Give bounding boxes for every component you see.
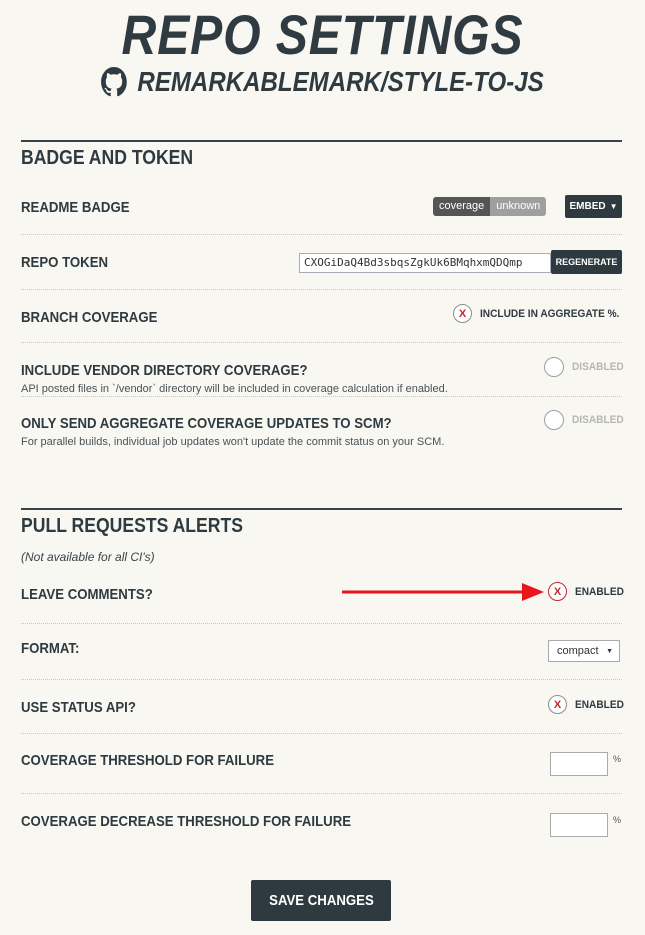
toggle-label: DISABLED	[572, 414, 624, 426]
leave-comments-label: LEAVE COMMENTS?	[21, 586, 153, 603]
format-select[interactable]: compact ▼	[548, 640, 620, 662]
row-divider	[21, 396, 622, 397]
status-api-label: USE STATUS API?	[21, 699, 136, 716]
toggle-label: DISABLED	[572, 361, 624, 373]
leave-comments-toggle[interactable]: X ENABLED	[548, 582, 628, 601]
vendor-coverage-label: INCLUDE VENDOR DIRECTORY COVERAGE?	[21, 362, 308, 379]
section-divider	[21, 140, 622, 142]
regenerate-button[interactable]: REGENERATE	[551, 250, 622, 274]
toggle-x-icon: X	[548, 695, 567, 714]
row-divider	[21, 623, 622, 624]
readme-badge-label: README BADGE	[21, 199, 130, 216]
coverage-badge: coverage unknown	[433, 197, 547, 216]
embed-button[interactable]: EMBED ▼	[565, 195, 622, 218]
badge-right: unknown	[490, 197, 547, 216]
toggle-empty-icon	[544, 410, 564, 430]
caret-down-icon: ▼	[609, 202, 618, 211]
repo-name-text: REMARKABLEMARK/STYLE-TO-JS	[137, 66, 544, 97]
row-divider	[21, 733, 622, 734]
toggle-x-icon: X	[548, 582, 567, 601]
decrease-threshold-input[interactable]	[550, 813, 608, 837]
repo-name: REMARKABLEMARK/STYLE-TO-JS	[45, 66, 600, 98]
row-divider	[21, 342, 622, 343]
section-title-badge: BADGE AND TOKEN	[21, 147, 194, 169]
badge-left: coverage	[433, 197, 491, 216]
save-changes-button[interactable]: SAVE CHANGES	[251, 880, 391, 921]
row-divider	[21, 793, 622, 794]
aggregate-only-label: ONLY SEND AGGREGATE COVERAGE UPDATES TO …	[21, 415, 392, 432]
red-arrow-annotation	[342, 583, 544, 601]
threshold-label: COVERAGE THRESHOLD FOR FAILURE	[21, 752, 275, 769]
repo-token-label: REPO TOKEN	[21, 254, 109, 271]
page-title: REPO SETTINGS	[121, 3, 524, 66]
row-divider	[21, 234, 622, 235]
toggle-label: ENABLED	[575, 585, 624, 598]
vendor-coverage-toggle[interactable]: DISABLED	[544, 357, 628, 377]
save-changes-label: SAVE CHANGES	[268, 892, 374, 909]
chevron-down-icon: ▼	[606, 647, 613, 655]
github-icon	[101, 67, 128, 97]
row-divider	[21, 679, 622, 680]
toggle-label: INCLUDE IN AGGREGATE %.	[480, 307, 620, 320]
pr-availability-note: (Not available for all CI's)	[21, 550, 155, 564]
format-selected: compact	[557, 645, 599, 657]
format-label: FORMAT:	[21, 640, 80, 657]
threshold-input[interactable]	[550, 752, 608, 776]
toggle-label: ENABLED	[575, 698, 624, 711]
section-divider	[21, 508, 622, 510]
vendor-coverage-desc: API posted files in `/vendor` directory …	[21, 383, 448, 395]
aggregate-only-desc: For parallel builds, individual job upda…	[21, 436, 445, 448]
aggregate-only-toggle[interactable]: DISABLED	[544, 410, 628, 430]
section-title-pr: PULL REQUESTS ALERTS	[21, 515, 243, 537]
branch-coverage-toggle[interactable]: X INCLUDE IN AGGREGATE %.	[453, 304, 632, 323]
row-divider	[21, 289, 622, 290]
toggle-x-icon: X	[453, 304, 472, 323]
toggle-empty-icon	[544, 357, 564, 377]
threshold-unit: %	[613, 754, 622, 764]
decrease-threshold-unit: %	[613, 815, 622, 825]
embed-label: EMBED	[569, 201, 606, 212]
status-api-toggle[interactable]: X ENABLED	[548, 695, 628, 714]
decrease-threshold-label: COVERAGE DECREASE THRESHOLD FOR FAILURE	[21, 813, 352, 830]
branch-coverage-label: BRANCH COVERAGE	[21, 309, 158, 326]
repo-token-field[interactable]: CXOGiDaQ4Bd3sbqsZgkUk6BMqhxmQDQmp	[299, 253, 551, 273]
